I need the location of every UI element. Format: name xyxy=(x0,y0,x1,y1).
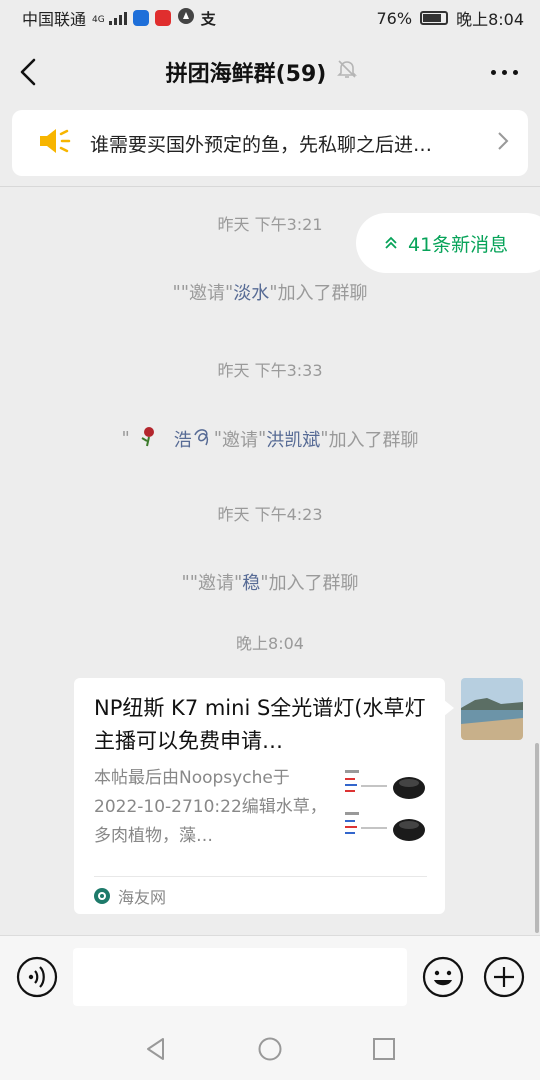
voice-button[interactable] xyxy=(16,956,58,998)
nav-back-icon[interactable] xyxy=(143,1036,169,1062)
quote: "" xyxy=(172,281,189,303)
scrollbar[interactable] xyxy=(535,743,539,933)
link-card-description: 本帖最后由Noopsyche于2022-10-2710:22编辑水草，多肉植物，… xyxy=(94,768,327,846)
source-name: 海友网 xyxy=(118,887,167,907)
quote: " xyxy=(269,281,278,303)
nav-home-icon[interactable] xyxy=(257,1036,283,1062)
member-name[interactable]: 淡水 xyxy=(233,279,269,305)
mute-bell-icon xyxy=(336,58,358,86)
quote: " xyxy=(213,428,222,449)
new-messages-button[interactable]: 41条新消息 xyxy=(356,213,540,273)
rose-emoji-icon xyxy=(136,424,160,453)
double-chevron-up-icon xyxy=(385,236,397,249)
new-messages-label: 41条新消息 xyxy=(408,233,509,256)
link-card[interactable]: NP纽斯 K7 mini S全光谱灯(水草灯主播可以免费申请… 本帖最后由Noo… xyxy=(74,678,454,914)
message-input[interactable] xyxy=(73,948,407,1006)
shield-app-icon xyxy=(132,10,149,26)
speaker-icon xyxy=(38,126,72,160)
system-suffix: 加入了群聊 xyxy=(277,283,368,304)
back-button[interactable] xyxy=(0,36,56,108)
link-card-title: NP纽斯 K7 mini S全光谱灯(水草灯主播可以免费申请… xyxy=(94,696,426,753)
network-type: 4G xyxy=(92,15,105,25)
system-message: "" 邀请 " 淡水 " 加入了群聊 xyxy=(0,279,540,305)
red-app-icon xyxy=(154,10,171,26)
notice-text: 谁需要买国外预定的鱼，先私聊之后进… xyxy=(90,133,433,156)
invite-verb: 邀请 xyxy=(189,283,225,304)
chat-title: 拼团海鲜群(59) xyxy=(165,62,327,87)
input-bar xyxy=(0,935,540,1017)
quote: " xyxy=(225,281,234,303)
chat-header: 拼团海鲜群(59) xyxy=(0,36,540,108)
lamp-product-thumbnail xyxy=(341,764,427,850)
emoji-button[interactable] xyxy=(422,956,464,998)
status-bar: 中国联通 4G 支 76% 晚上8:04 xyxy=(0,0,540,36)
signal-icon: 4G xyxy=(92,11,127,25)
signature-swirl-icon xyxy=(192,423,214,454)
timestamp: 晚上8:04 xyxy=(236,634,304,653)
battery-icon xyxy=(420,11,449,25)
system-suffix: 加入了群聊 xyxy=(328,429,419,451)
plus-icon xyxy=(483,956,525,998)
timestamp: 昨天 下午3:33 xyxy=(217,361,323,380)
quote: " xyxy=(260,571,269,593)
emoji-icon xyxy=(422,956,464,998)
invite-verb: 邀请 xyxy=(222,429,258,451)
nav-recents-icon[interactable] xyxy=(371,1036,397,1062)
quote: " xyxy=(234,571,243,593)
more-icon xyxy=(490,69,518,75)
more-functions-button[interactable] xyxy=(483,956,525,998)
member-name[interactable]: 洪凯斌 xyxy=(266,426,320,452)
link-card-source: 海友网 xyxy=(94,876,427,914)
system-nav-bar xyxy=(0,1017,540,1080)
group-notice[interactable]: 谁需要买国外预定的鱼，先私聊之后进… xyxy=(12,110,528,176)
inviter-name[interactable]: 浩 xyxy=(174,426,192,452)
compass-icon xyxy=(177,7,195,29)
battery-percent: 76% xyxy=(376,8,413,28)
quote: " xyxy=(320,428,329,449)
quote: " xyxy=(121,428,130,449)
invite-verb: 邀请 xyxy=(198,573,234,594)
more-button[interactable] xyxy=(468,36,540,108)
system-suffix: 加入了群聊 xyxy=(268,573,359,594)
member-name[interactable]: 稳 xyxy=(242,569,260,595)
voice-icon xyxy=(16,956,58,998)
system-message: " 浩 " 邀请 " 洪凯斌 " 加入了群聊 xyxy=(0,423,540,454)
avatar[interactable] xyxy=(461,678,523,740)
system-message: "" 邀请 " 稳 " 加入了群聊 xyxy=(0,569,540,595)
chat-title-area[interactable]: 拼团海鲜群(59) xyxy=(56,56,468,88)
back-icon xyxy=(20,58,36,86)
status-time: 晚上8:04 xyxy=(456,10,524,29)
source-logo-icon xyxy=(94,887,110,904)
message-list[interactable]: 昨天 下午3:21 "" 邀请 " 淡水 " 加入了群聊 昨天 下午3:33 " 浩 " 邀… xyxy=(0,187,540,935)
chevron-right-icon xyxy=(496,130,510,156)
carrier-label: 中国联通 xyxy=(22,10,87,29)
quote: " xyxy=(258,428,267,449)
alipay-icon: 支 xyxy=(200,9,216,28)
quote: "" xyxy=(181,571,198,593)
timestamp: 昨天 下午4:23 xyxy=(217,505,323,524)
